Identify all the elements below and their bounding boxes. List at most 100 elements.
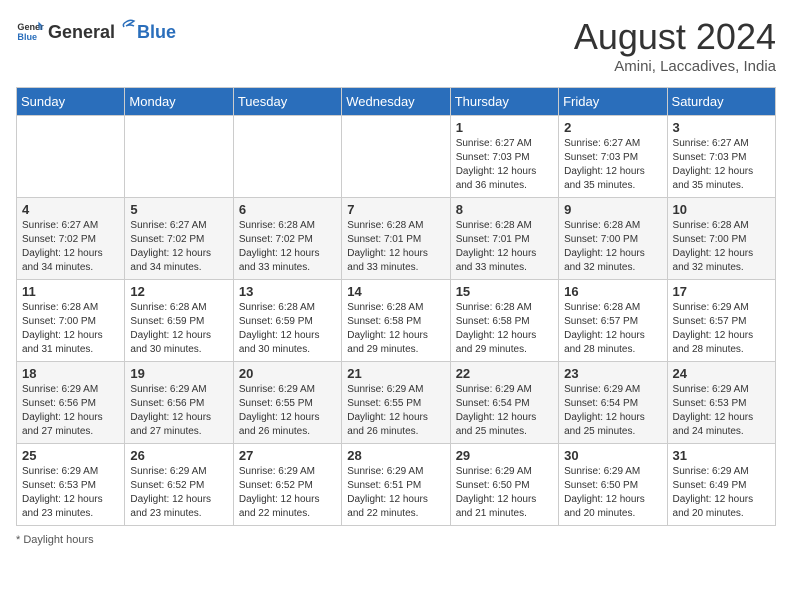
day-info: Sunrise: 6:27 AM Sunset: 7:02 PM Dayligh…	[22, 219, 119, 275]
calendar-cell	[125, 116, 233, 198]
day-info: Sunrise: 6:29 AM Sunset: 6:53 PM Dayligh…	[673, 383, 770, 439]
day-number: 30	[564, 448, 661, 463]
day-info: Sunrise: 6:28 AM Sunset: 6:58 PM Dayligh…	[347, 301, 444, 357]
day-of-week-header: Saturday	[667, 88, 775, 116]
calendar-cell: 6Sunrise: 6:28 AM Sunset: 7:02 PM Daylig…	[233, 198, 341, 280]
day-number: 10	[673, 202, 770, 217]
day-number: 15	[456, 284, 553, 299]
day-number: 28	[347, 448, 444, 463]
calendar-body: 1 Sunrise: 6:27 AM Sunset: 7:03 PM Daylig…	[17, 116, 776, 526]
calendar-cell: 9 Sunrise: 6:28 AM Sunset: 7:00 PM Daylig…	[559, 198, 667, 280]
calendar-cell: 8 Sunrise: 6:28 AM Sunset: 7:01 PM Daylig…	[450, 198, 558, 280]
calendar-header-row: SundayMondayTuesdayWednesdayThursdayFrid…	[17, 88, 776, 116]
calendar-week-row: 25 Sunrise: 6:29 AM Sunset: 6:53 PM Dayli…	[17, 444, 776, 526]
calendar-cell: 15 Sunrise: 6:28 AM Sunset: 6:58 PM Dayli…	[450, 280, 558, 362]
day-number: 21	[347, 366, 444, 381]
day-number: 16	[564, 284, 661, 299]
logo-icon: General Blue	[16, 16, 44, 44]
calendar-cell: 18 Sunrise: 6:29 AM Sunset: 6:56 PM Dayli…	[17, 362, 125, 444]
day-number: 2	[564, 120, 661, 135]
day-info: Sunrise: 6:29 AM Sunset: 6:53 PM Dayligh…	[22, 465, 119, 521]
location-subtitle: Amini, Laccadives, India	[574, 58, 776, 75]
calendar-cell: 12Sunrise: 6:28 AM Sunset: 6:59 PM Dayli…	[125, 280, 233, 362]
day-info: Sunrise: 6:29 AM Sunset: 6:54 PM Dayligh…	[564, 383, 661, 439]
day-info: Sunrise: 6:27 AM Sunset: 7:02 PM Dayligh…	[130, 219, 227, 275]
day-info: Sunrise: 6:29 AM Sunset: 6:55 PM Dayligh…	[239, 383, 336, 439]
calendar-cell: 21 Sunrise: 6:29 AM Sunset: 6:55 PM Dayli…	[342, 362, 450, 444]
day-info: Sunrise: 6:28 AM Sunset: 7:00 PM Dayligh…	[564, 219, 661, 275]
day-number: 11	[22, 284, 119, 299]
calendar-cell: 14 Sunrise: 6:28 AM Sunset: 6:58 PM Dayli…	[342, 280, 450, 362]
calendar-cell: 16Sunrise: 6:28 AM Sunset: 6:57 PM Dayli…	[559, 280, 667, 362]
calendar-week-row: 11Sunrise: 6:28 AM Sunset: 7:00 PM Dayli…	[17, 280, 776, 362]
logo-blue-text: Blue	[137, 23, 176, 43]
day-of-week-header: Monday	[125, 88, 233, 116]
day-number: 29	[456, 448, 553, 463]
day-number: 17	[673, 284, 770, 299]
day-info: Sunrise: 6:29 AM Sunset: 6:52 PM Dayligh…	[239, 465, 336, 521]
calendar-cell: 7 Sunrise: 6:28 AM Sunset: 7:01 PM Daylig…	[342, 198, 450, 280]
calendar-cell: 4 Sunrise: 6:27 AM Sunset: 7:02 PM Daylig…	[17, 198, 125, 280]
calendar-cell: 23Sunrise: 6:29 AM Sunset: 6:54 PM Dayli…	[559, 362, 667, 444]
day-number: 3	[673, 120, 770, 135]
logo-general-text: General	[48, 23, 115, 43]
header: General Blue General Blue August 2024 Am…	[16, 16, 776, 75]
calendar-cell: 2 Sunrise: 6:27 AM Sunset: 7:03 PM Daylig…	[559, 116, 667, 198]
day-info: Sunrise: 6:27 AM Sunset: 7:03 PM Dayligh…	[456, 137, 553, 193]
day-info: Sunrise: 6:29 AM Sunset: 6:54 PM Dayligh…	[456, 383, 553, 439]
footer-note: * Daylight hours	[16, 534, 776, 546]
day-info: Sunrise: 6:28 AM Sunset: 7:01 PM Dayligh…	[347, 219, 444, 275]
calendar-cell: 19 Sunrise: 6:29 AM Sunset: 6:56 PM Dayli…	[125, 362, 233, 444]
daylight-label: Daylight hours	[23, 534, 93, 546]
svg-text:Blue: Blue	[17, 32, 37, 42]
day-info: Sunrise: 6:28 AM Sunset: 7:01 PM Dayligh…	[456, 219, 553, 275]
calendar-cell: 25 Sunrise: 6:29 AM Sunset: 6:53 PM Dayli…	[17, 444, 125, 526]
day-number: 18	[22, 366, 119, 381]
day-of-week-header: Friday	[559, 88, 667, 116]
day-number: 7	[347, 202, 444, 217]
calendar-cell: 5 Sunrise: 6:27 AM Sunset: 7:02 PM Daylig…	[125, 198, 233, 280]
month-title: August 2024	[574, 16, 776, 58]
calendar-cell: 11Sunrise: 6:28 AM Sunset: 7:00 PM Dayli…	[17, 280, 125, 362]
day-info: Sunrise: 6:28 AM Sunset: 6:59 PM Dayligh…	[239, 301, 336, 357]
day-info: Sunrise: 6:29 AM Sunset: 6:52 PM Dayligh…	[130, 465, 227, 521]
day-number: 27	[239, 448, 336, 463]
calendar-cell	[342, 116, 450, 198]
day-info: Sunrise: 6:27 AM Sunset: 7:03 PM Dayligh…	[673, 137, 770, 193]
day-of-week-header: Sunday	[17, 88, 125, 116]
logo: General Blue General Blue	[16, 16, 176, 44]
calendar-week-row: 1 Sunrise: 6:27 AM Sunset: 7:03 PM Daylig…	[17, 116, 776, 198]
day-number: 1	[456, 120, 553, 135]
day-number: 19	[130, 366, 227, 381]
day-number: 8	[456, 202, 553, 217]
day-info: Sunrise: 6:28 AM Sunset: 6:58 PM Dayligh…	[456, 301, 553, 357]
day-number: 4	[22, 202, 119, 217]
calendar-cell	[17, 116, 125, 198]
day-info: Sunrise: 6:29 AM Sunset: 6:56 PM Dayligh…	[22, 383, 119, 439]
calendar-cell: 13Sunrise: 6:28 AM Sunset: 6:59 PM Dayli…	[233, 280, 341, 362]
day-number: 24	[673, 366, 770, 381]
day-info: Sunrise: 6:27 AM Sunset: 7:03 PM Dayligh…	[564, 137, 661, 193]
day-info: Sunrise: 6:29 AM Sunset: 6:50 PM Dayligh…	[456, 465, 553, 521]
day-of-week-header: Tuesday	[233, 88, 341, 116]
day-number: 25	[22, 448, 119, 463]
calendar-cell: 26Sunrise: 6:29 AM Sunset: 6:52 PM Dayli…	[125, 444, 233, 526]
day-number: 14	[347, 284, 444, 299]
calendar-cell: 30Sunrise: 6:29 AM Sunset: 6:50 PM Dayli…	[559, 444, 667, 526]
day-info: Sunrise: 6:29 AM Sunset: 6:55 PM Dayligh…	[347, 383, 444, 439]
day-number: 6	[239, 202, 336, 217]
day-info: Sunrise: 6:28 AM Sunset: 6:59 PM Dayligh…	[130, 301, 227, 357]
calendar-cell: 10 Sunrise: 6:28 AM Sunset: 7:00 PM Dayli…	[667, 198, 775, 280]
day-number: 5	[130, 202, 227, 217]
calendar-cell: 27 Sunrise: 6:29 AM Sunset: 6:52 PM Dayli…	[233, 444, 341, 526]
day-number: 22	[456, 366, 553, 381]
title-area: August 2024 Amini, Laccadives, India	[574, 16, 776, 75]
day-info: Sunrise: 6:29 AM Sunset: 6:57 PM Dayligh…	[673, 301, 770, 357]
calendar-cell: 28Sunrise: 6:29 AM Sunset: 6:51 PM Dayli…	[342, 444, 450, 526]
day-info: Sunrise: 6:29 AM Sunset: 6:56 PM Dayligh…	[130, 383, 227, 439]
day-number: 9	[564, 202, 661, 217]
calendar-week-row: 18 Sunrise: 6:29 AM Sunset: 6:56 PM Dayli…	[17, 362, 776, 444]
calendar-cell: 24 Sunrise: 6:29 AM Sunset: 6:53 PM Dayli…	[667, 362, 775, 444]
day-info: Sunrise: 6:28 AM Sunset: 7:00 PM Dayligh…	[673, 219, 770, 275]
calendar-cell: 1 Sunrise: 6:27 AM Sunset: 7:03 PM Daylig…	[450, 116, 558, 198]
